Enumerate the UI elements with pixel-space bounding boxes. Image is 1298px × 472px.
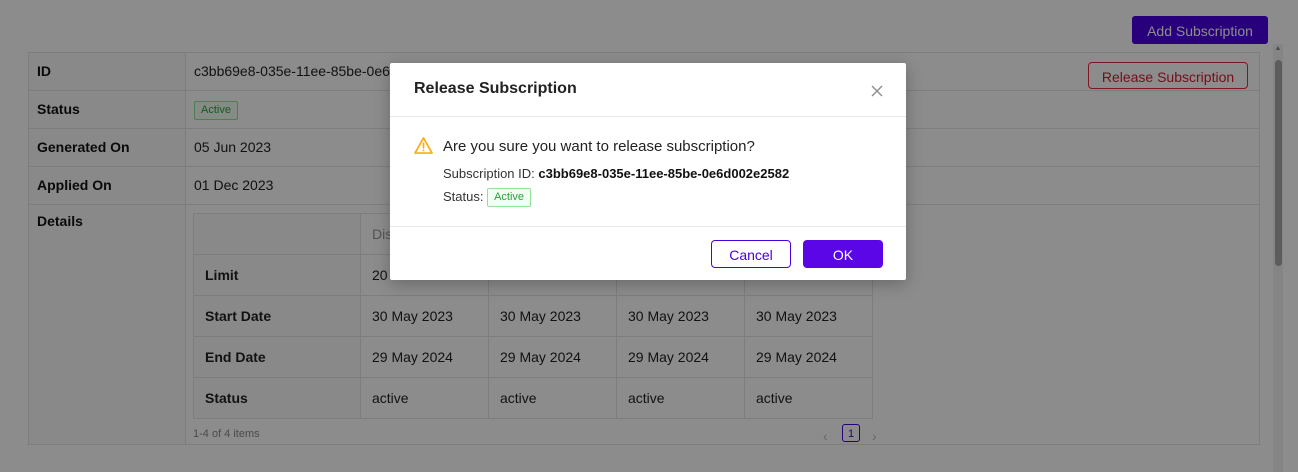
warning-icon [414,137,433,154]
close-icon[interactable] [869,83,885,99]
ok-button[interactable]: OK [803,240,883,268]
dialog-header: Release Subscription [390,63,906,117]
release-subscription-dialog: Release Subscription Are you sure you wa… [390,63,906,280]
dialog-footer: Cancel OK [390,226,906,281]
cancel-button[interactable]: Cancel [711,240,791,268]
status-badge: Active [487,188,532,207]
dialog-title: Release Subscription [414,80,577,97]
subscription-id-label: Subscription ID: [443,166,539,181]
status-label: Status: [443,188,488,204]
subscription-id-line: Subscription ID: c3bb69e8-035e-11ee-85be… [443,166,789,181]
subscription-id-value: c3bb69e8-035e-11ee-85be-0e6d002e2582 [538,166,790,181]
confirm-question: Are you sure you want to release subscri… [443,138,755,155]
status-line: Status: Active [443,188,532,207]
